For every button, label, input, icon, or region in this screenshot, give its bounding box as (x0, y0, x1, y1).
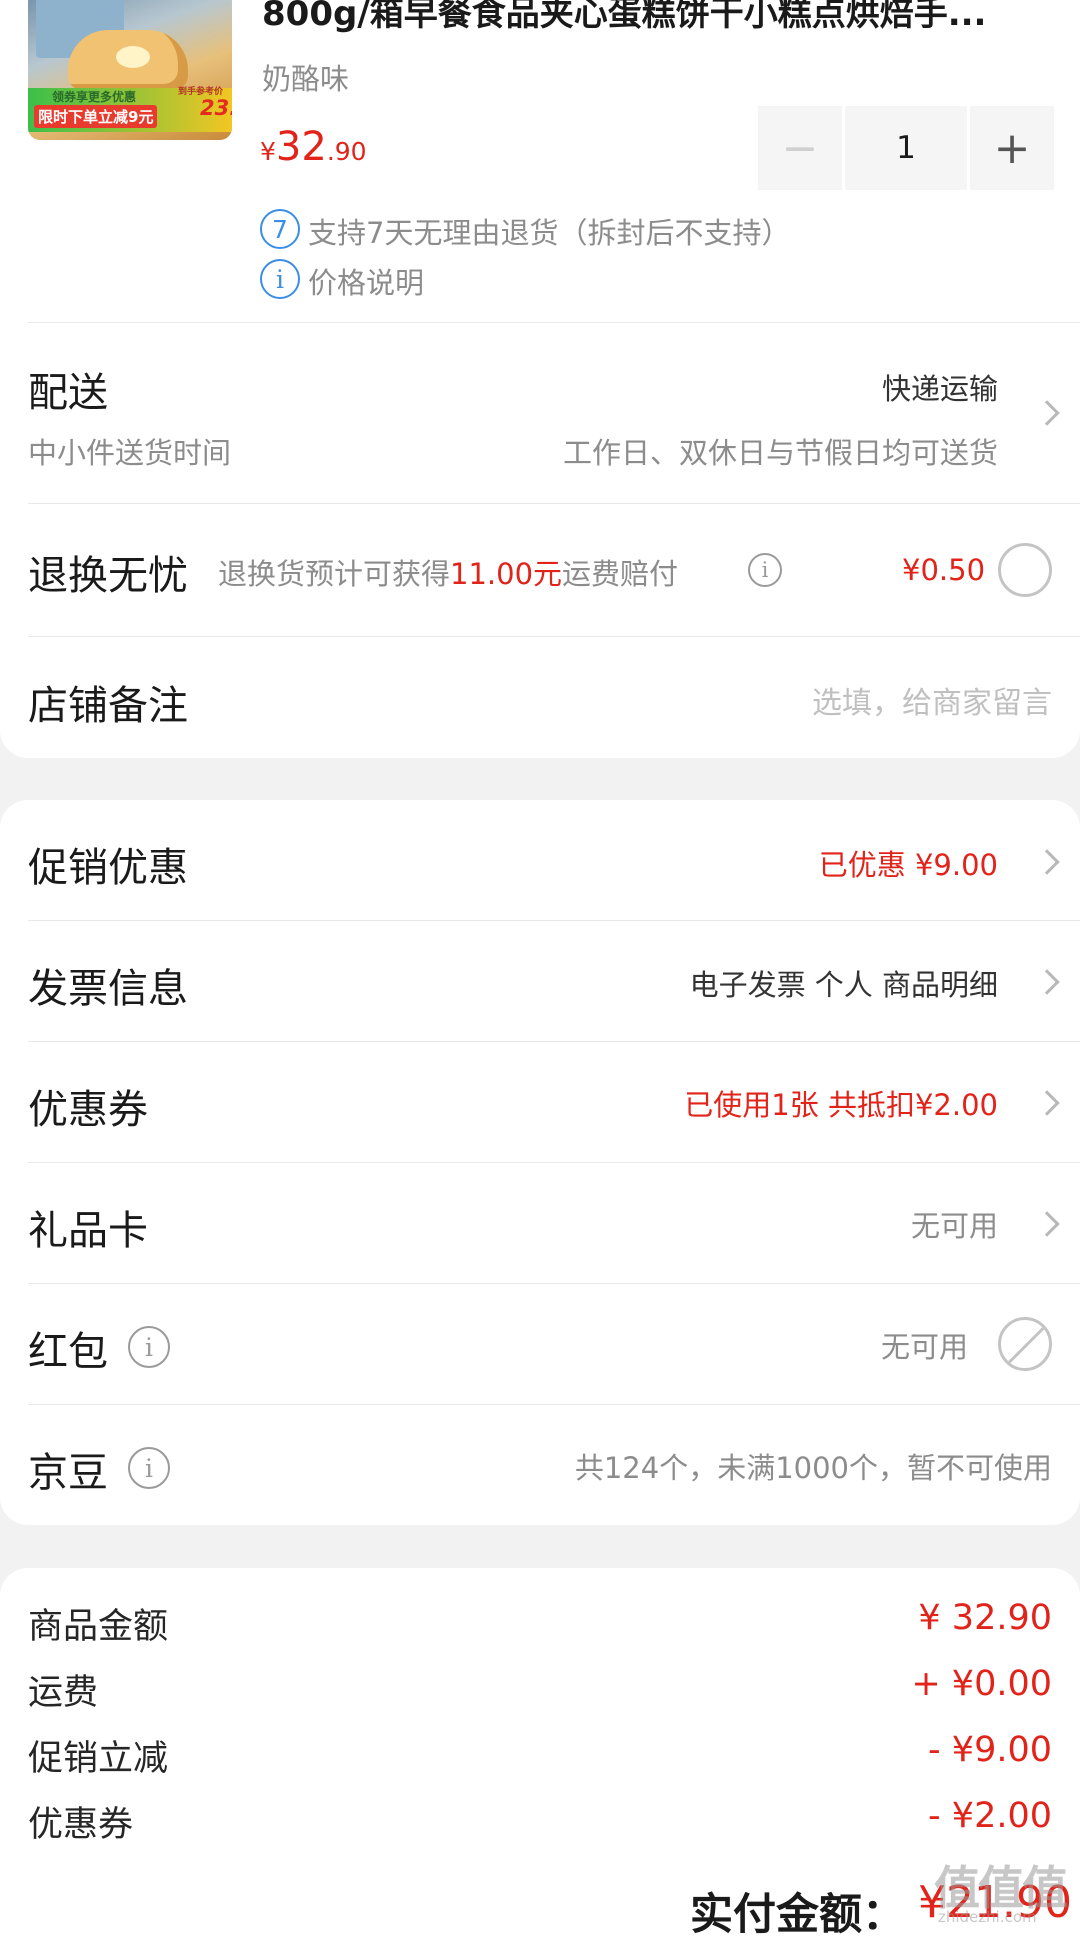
info-icon[interactable]: i (128, 1326, 170, 1368)
divider (28, 1404, 1080, 1405)
decrease-button[interactable]: − (758, 106, 842, 190)
return-insurance-desc: 退换货预计可获得11.00元运费赔付 (218, 551, 678, 593)
promotion-value[interactable]: 已优惠 ¥9.00 (819, 842, 998, 884)
divider (28, 1283, 1080, 1284)
product-thumbnail[interactable]: 领券享更多优惠 限时下单立减9元 到手参考价 23.9 (28, 0, 232, 140)
info-icon[interactable]: i (748, 553, 782, 587)
store-note-label: 店铺备注 (28, 683, 188, 729)
watermark-logo: 值值值 zhidezhi.com (928, 1852, 1078, 1928)
desc-suffix: 运费赔付 (562, 557, 679, 591)
gift-card-label: 礼品卡 (28, 1208, 148, 1254)
quantity-input[interactable]: 1 (845, 106, 967, 190)
quantity-stepper: − 1 + (758, 106, 1054, 190)
jd-beans-value: 共124个，未满1000个，暂不可使用 (574, 1451, 1052, 1485)
divider (28, 1041, 1080, 1042)
delivery-label: 配送 (28, 370, 108, 416)
price-note-link[interactable]: 价格说明 (308, 260, 424, 302)
red-packet-value: 无可用 (880, 1330, 968, 1364)
total-label: 实付金额： (690, 1890, 905, 1940)
summary-promotion-value: - ¥9.00 (928, 1730, 1052, 1770)
seven-day-return-icon: 7 (260, 209, 300, 249)
divider (28, 636, 1080, 637)
invoice-label: 发票信息 (28, 966, 188, 1012)
return-insurance-radio[interactable] (998, 543, 1052, 597)
summary-shipping-value: + ¥0.00 (911, 1664, 1052, 1704)
product-spec: 奶酪味 (262, 62, 350, 96)
delivery-chevron-icon[interactable] (1034, 400, 1060, 426)
delivery-method[interactable]: 快递运输 (882, 366, 998, 408)
summary-shipping-label: 运费 (28, 1673, 99, 1713)
return-insurance-price: ¥0.50 (902, 553, 986, 587)
red-packet-disabled-icon (998, 1317, 1052, 1371)
coupon-value[interactable]: 已使用1张 共抵扣¥2.00 (684, 1082, 998, 1124)
coupon-label: 优惠券 (28, 1087, 148, 1133)
invoice-value[interactable]: 电子发票 个人 商品明细 (690, 962, 998, 1004)
invoice-chevron-icon[interactable] (1034, 969, 1060, 995)
thumb-coupon-text: 领券享更多优惠 (52, 90, 137, 104)
delivery-schedule: 工作日、双休日与节假日均可送货 (562, 436, 998, 470)
summary-goods-label: 商品金额 (28, 1607, 169, 1647)
thumb-promo-text: 限时下单立减9元 (34, 105, 158, 128)
product-title[interactable]: 800g/箱早餐食品夹心蛋糕饼干小糕点烘焙手... (262, 0, 986, 35)
product-card: 领券享更多优惠 限时下单立减9元 到手参考价 23.9 800g/箱早餐食品夹心… (0, 0, 1080, 758)
discount-card: 促销优惠 已优惠 ¥9.00 发票信息 电子发票 个人 商品明细 优惠券 已使用… (0, 800, 1080, 1525)
watermark-url: zhidezhi.com (938, 1908, 1037, 1926)
gift-card-value[interactable]: 无可用 (911, 1203, 998, 1245)
info-icon[interactable]: i (260, 259, 300, 299)
desc-prefix: 退换货预计可获得 (218, 557, 451, 591)
delivery-sublabel: 中小件送货时间 (28, 436, 232, 470)
info-icon[interactable]: i (128, 1447, 170, 1489)
divider (28, 322, 1080, 323)
cream-filling (116, 46, 150, 68)
increase-button[interactable]: + (970, 106, 1054, 190)
summary-coupon-label: 优惠券 (28, 1805, 134, 1845)
price-integer: 32 (275, 124, 327, 170)
red-packet-label: 红包 (28, 1329, 108, 1375)
promotion-chevron-icon[interactable] (1034, 849, 1060, 875)
return-insurance-label: 退换无忧 (28, 553, 188, 599)
product-price: ¥32.90 (260, 124, 367, 170)
price-decimal: .90 (326, 137, 367, 166)
return-policy-text: 支持7天无理由退货（拆封后不支持） (308, 216, 791, 250)
promotion-label: 促销优惠 (28, 845, 188, 891)
summary-coupon-value: - ¥2.00 (928, 1796, 1052, 1836)
summary-goods-value: ¥ 32.90 (918, 1598, 1052, 1638)
divider (28, 920, 1080, 921)
jd-beans-label: 京豆 (28, 1450, 108, 1496)
divider (28, 503, 1080, 504)
coupon-chevron-icon[interactable] (1034, 1090, 1060, 1116)
desc-amount: 11.00元 (450, 557, 563, 591)
thumb-tag-price: 23.9 (200, 96, 232, 120)
divider (28, 1162, 1080, 1163)
summary-promotion-label: 促销立减 (28, 1739, 169, 1779)
store-note-input[interactable]: 选填，给商家留言 (812, 678, 1052, 722)
gift-card-chevron-icon[interactable] (1034, 1211, 1060, 1237)
price-currency: ¥ (260, 137, 276, 166)
